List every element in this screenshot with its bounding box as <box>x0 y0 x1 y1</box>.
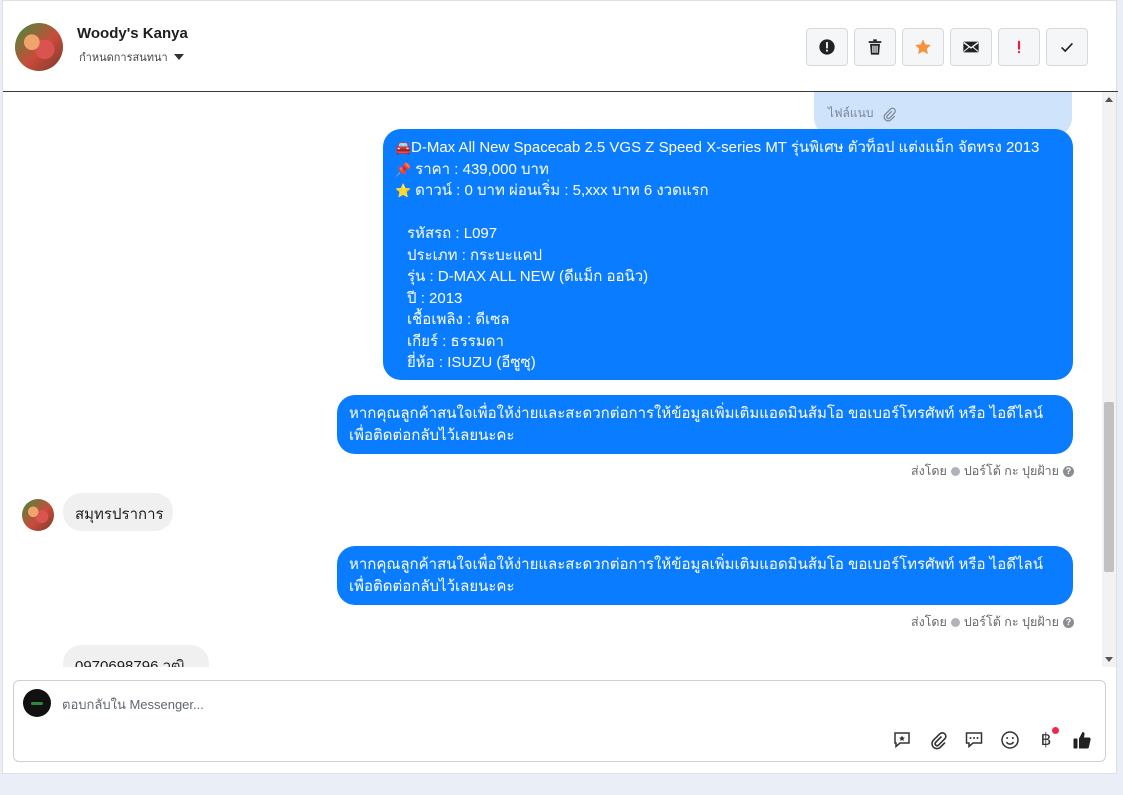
sent-by-1-name[interactable]: ปอร์โต้ กะ ปุยฝ้าย <box>964 461 1059 481</box>
delete-button[interactable] <box>854 28 896 66</box>
pin-emoji: 📌 <box>395 161 412 177</box>
contact-avatar[interactable] <box>15 23 63 71</box>
attach-file-button[interactable] <box>927 729 949 751</box>
star-icon <box>915 39 931 55</box>
chat-bubbles-icon <box>965 732 983 749</box>
listing-type: ประเภท : กระบะแคป <box>407 246 543 264</box>
help-icon[interactable]: ? <box>1063 616 1074 628</box>
emoji-icon <box>1001 731 1019 749</box>
conversation-actions <box>806 28 1088 66</box>
followup-message-1[interactable]: หากคุณลูกค้าสนใจเพื่อให้ง่ายและสะดวกต่อก… <box>337 395 1073 454</box>
scroll-up-arrow-icon[interactable] <box>1105 97 1113 102</box>
listing-down-payment: ดาวน์ : 0 บาท ผ่อนเริ่ม : 5,xxx บาท 6 งว… <box>415 182 709 199</box>
verified-dot-icon <box>950 466 960 476</box>
listing-title: D-Max All New Spacecab 2.5 VGS Z Speed X… <box>411 139 1040 156</box>
paperclip-icon <box>884 107 897 121</box>
emoji-button[interactable] <box>999 729 1021 751</box>
baht-icon: ฿ <box>1040 730 1052 750</box>
help-icon[interactable]: ? <box>1063 465 1074 477</box>
attachment-label: ไฟล์แนบ <box>828 106 874 120</box>
quick-replies-button[interactable] <box>963 729 985 751</box>
sent-by-1-prefix: ส่งโดย <box>910 464 947 478</box>
contact-avatar-small[interactable] <box>22 499 54 531</box>
listing-fuel: เชื้อเพลิง : ดีเซล <box>407 311 510 328</box>
trash-icon <box>868 39 882 55</box>
alert-circle-icon <box>819 39 835 55</box>
contact-name[interactable]: Woody's Kanya <box>77 25 188 42</box>
listing-price: ราคา : 439,000 บาท <box>415 160 549 178</box>
notification-dot <box>1052 727 1059 734</box>
messages-scrollbar[interactable] <box>1102 92 1116 667</box>
check-icon <box>1061 42 1073 53</box>
followup-1-line-1: หากคุณลูกค้าสนใจเพื่อให้ง่ายและสะดวกต่อก… <box>349 405 1043 422</box>
star-button[interactable] <box>902 28 944 66</box>
envelope-icon <box>963 41 979 53</box>
conversation-settings-dropdown[interactable]: กำหนดการสนทนา <box>79 48 184 66</box>
saved-reply-button[interactable] <box>891 729 913 751</box>
thumbs-up-icon <box>1073 732 1091 749</box>
flag-follow-up-button[interactable] <box>998 28 1040 66</box>
sent-by-2: ส่งโดย ปอร์โต้ กะ ปุยฝ้าย ? <box>911 612 1074 632</box>
payment-button[interactable]: ฿ <box>1035 727 1059 751</box>
saved-reply-icon <box>894 732 910 749</box>
followup-2-line-1: หากคุณลูกค้าสนใจเพื่อให้ง่ายและสะดวกต่อก… <box>349 556 1043 573</box>
mark-unread-button[interactable] <box>950 28 992 66</box>
incoming-message-1[interactable]: สมุทรปราการ <box>63 493 173 531</box>
scroll-thumb[interactable] <box>1104 402 1114 572</box>
sent-by-2-name[interactable]: ปอร์โต้ กะ ปุยฝ้าย <box>964 612 1059 632</box>
sent-by-2-prefix: ส่งโดย <box>910 615 947 629</box>
car-emoji: 🚘 <box>395 140 412 155</box>
message-thread[interactable]: ไฟล์แนบ 🚘D-Max All New Spacecab 2.5 VGS … <box>3 92 1102 667</box>
verified-dot-icon <box>950 617 960 627</box>
reply-composer: ฿ <box>13 680 1106 762</box>
sent-by-1: ส่งโดย ปอร์โต้ กะ ปุยฝ้าย ? <box>911 461 1074 481</box>
scroll-down-arrow-icon[interactable] <box>1105 657 1113 662</box>
page-avatar <box>23 689 51 717</box>
listing-model: รุ่น : D-MAX ALL NEW (ดีแม็ก ออนิว) <box>407 268 649 285</box>
followup-2-line-2: เพื่อติดต่อกลับไว้เลยนะคะ <box>349 577 515 595</box>
listing-gear: เกียร์ : ธรรมดา <box>407 332 504 350</box>
listing-code: รหัสรถ : L097 <box>407 225 498 242</box>
conversation-header: Woody's Kanya กำหนดการสนทนา <box>3 1 1118 92</box>
star-emoji: ⭐ <box>395 183 412 198</box>
incoming-message-2[interactable]: 0970698796 วฒิ <box>63 645 209 667</box>
caret-down-icon <box>173 54 184 60</box>
listing-brand: ยี่ห้อ : ISUZU (อีซูซุ) <box>407 354 536 371</box>
reply-input[interactable] <box>62 693 962 715</box>
followup-message-2[interactable]: หากคุณลูกค้าสนใจเพื่อให้ง่ายและสะดวกต่อก… <box>337 546 1073 605</box>
listing-year: ปี : 2013 <box>407 289 463 307</box>
followup-1-line-2: เพื่อติดต่อกลับไว้เลยนะคะ <box>349 426 515 444</box>
composer-tools: ฿ <box>891 727 1093 751</box>
like-button[interactable] <box>1071 729 1093 751</box>
paperclip-icon <box>931 731 947 750</box>
conversation-settings-label: กำหนดการสนทนา <box>79 52 168 64</box>
mark-spam-button[interactable] <box>806 28 848 66</box>
exclamation-icon <box>1017 40 1021 54</box>
listing-message[interactable]: 🚘D-Max All New Spacecab 2.5 VGS Z Speed … <box>383 129 1073 380</box>
conversation-panel: Woody's Kanya กำหนดการสนทนา ไฟล์แนบ 🚘D-M… <box>2 0 1118 774</box>
mark-done-button[interactable] <box>1046 28 1088 66</box>
